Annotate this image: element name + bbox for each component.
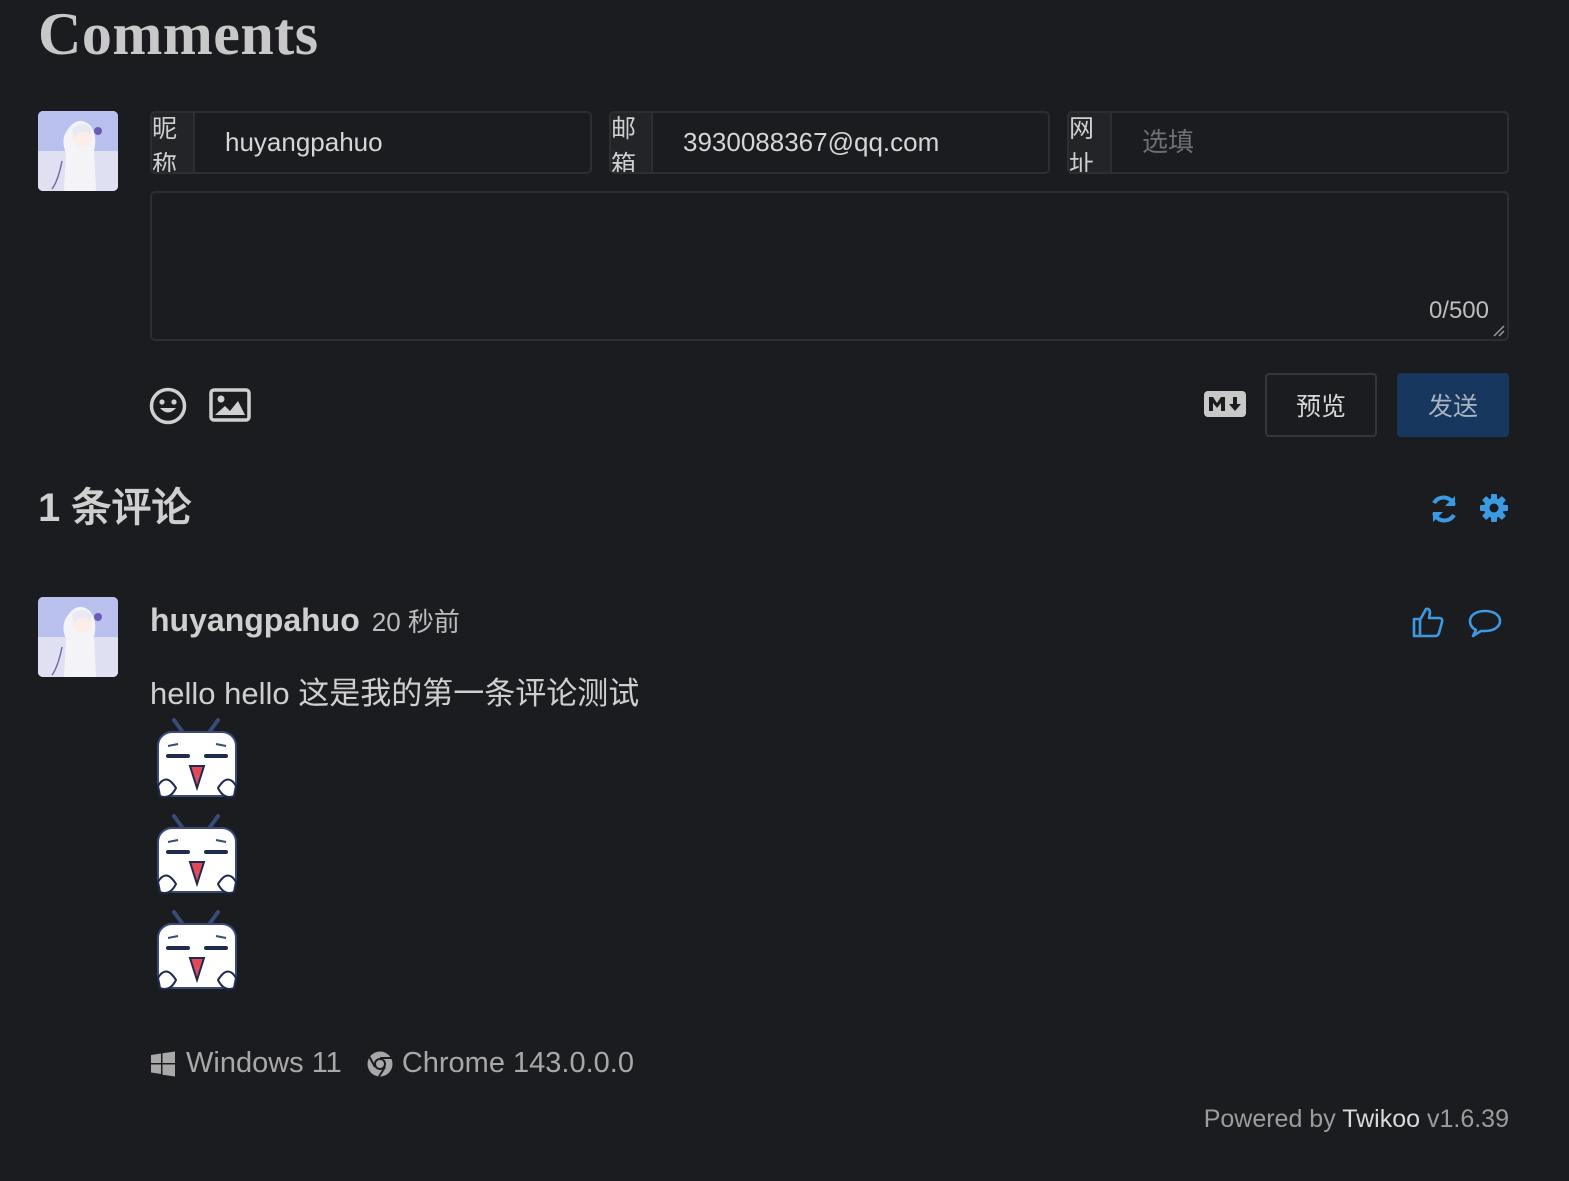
nick-field: 昵称 <box>150 111 592 174</box>
comment-meta: Windows 11 Chrome 143.0.0.0 <box>150 1047 634 1080</box>
comment-textarea[interactable]: 0/500 <box>150 191 1509 341</box>
browser-label: Chrome 143.0.0.0 <box>401 1047 634 1079</box>
send-button[interactable]: 发送 <box>1397 373 1509 437</box>
thumbs-up-icon[interactable] <box>1410 604 1446 640</box>
comment-count: 1 条评论 <box>38 486 192 530</box>
nick-label: 昵称 <box>152 113 195 172</box>
bilibili-tv-sticker <box>152 908 242 1003</box>
markdown-icon[interactable] <box>1204 390 1246 418</box>
powered-by: Powered by Twikoo v1.6.39 <box>1204 1105 1509 1134</box>
twikoo-link[interactable]: Twikoo <box>1342 1105 1420 1133</box>
windows-icon <box>150 1051 176 1077</box>
comment-nick[interactable]: huyangpahuo <box>150 602 360 639</box>
mail-field: 邮箱 <box>609 111 1050 174</box>
page-title: Comments <box>38 1 319 67</box>
bilibili-tv-sticker <box>152 716 242 811</box>
mail-input[interactable] <box>653 113 1048 172</box>
mail-label: 邮箱 <box>611 113 653 172</box>
powered-prefix: Powered by <box>1203 1105 1336 1133</box>
chrome-icon <box>366 1050 394 1078</box>
char-counter: 0/500 <box>1428 297 1489 324</box>
gear-icon[interactable] <box>1478 492 1510 524</box>
nick-input[interactable] <box>195 113 590 172</box>
comment-content: hello hello 这是我的第一条评论测试 <box>150 676 640 711</box>
link-field: 网址 <box>1067 111 1509 174</box>
resize-handle-icon[interactable] <box>1491 323 1505 337</box>
smiley-face-icon[interactable] <box>148 386 188 426</box>
avatar <box>38 111 118 191</box>
preview-button[interactable]: 预览 <box>1265 373 1377 437</box>
image-upload-icon[interactable] <box>208 386 252 424</box>
comment-time: 20 秒前 <box>371 607 460 637</box>
speech-bubble-icon[interactable] <box>1466 606 1504 640</box>
link-input[interactable] <box>1112 113 1507 172</box>
comment-header: huyangpahuo 20 秒前 <box>150 602 460 639</box>
bilibili-tv-sticker <box>152 812 242 907</box>
os-label: Windows 11 <box>186 1047 342 1079</box>
powered-version: v1.6.39 <box>1426 1105 1509 1133</box>
link-label: 网址 <box>1069 113 1112 172</box>
refresh-icon[interactable] <box>1427 492 1461 526</box>
avatar[interactable] <box>38 597 118 677</box>
